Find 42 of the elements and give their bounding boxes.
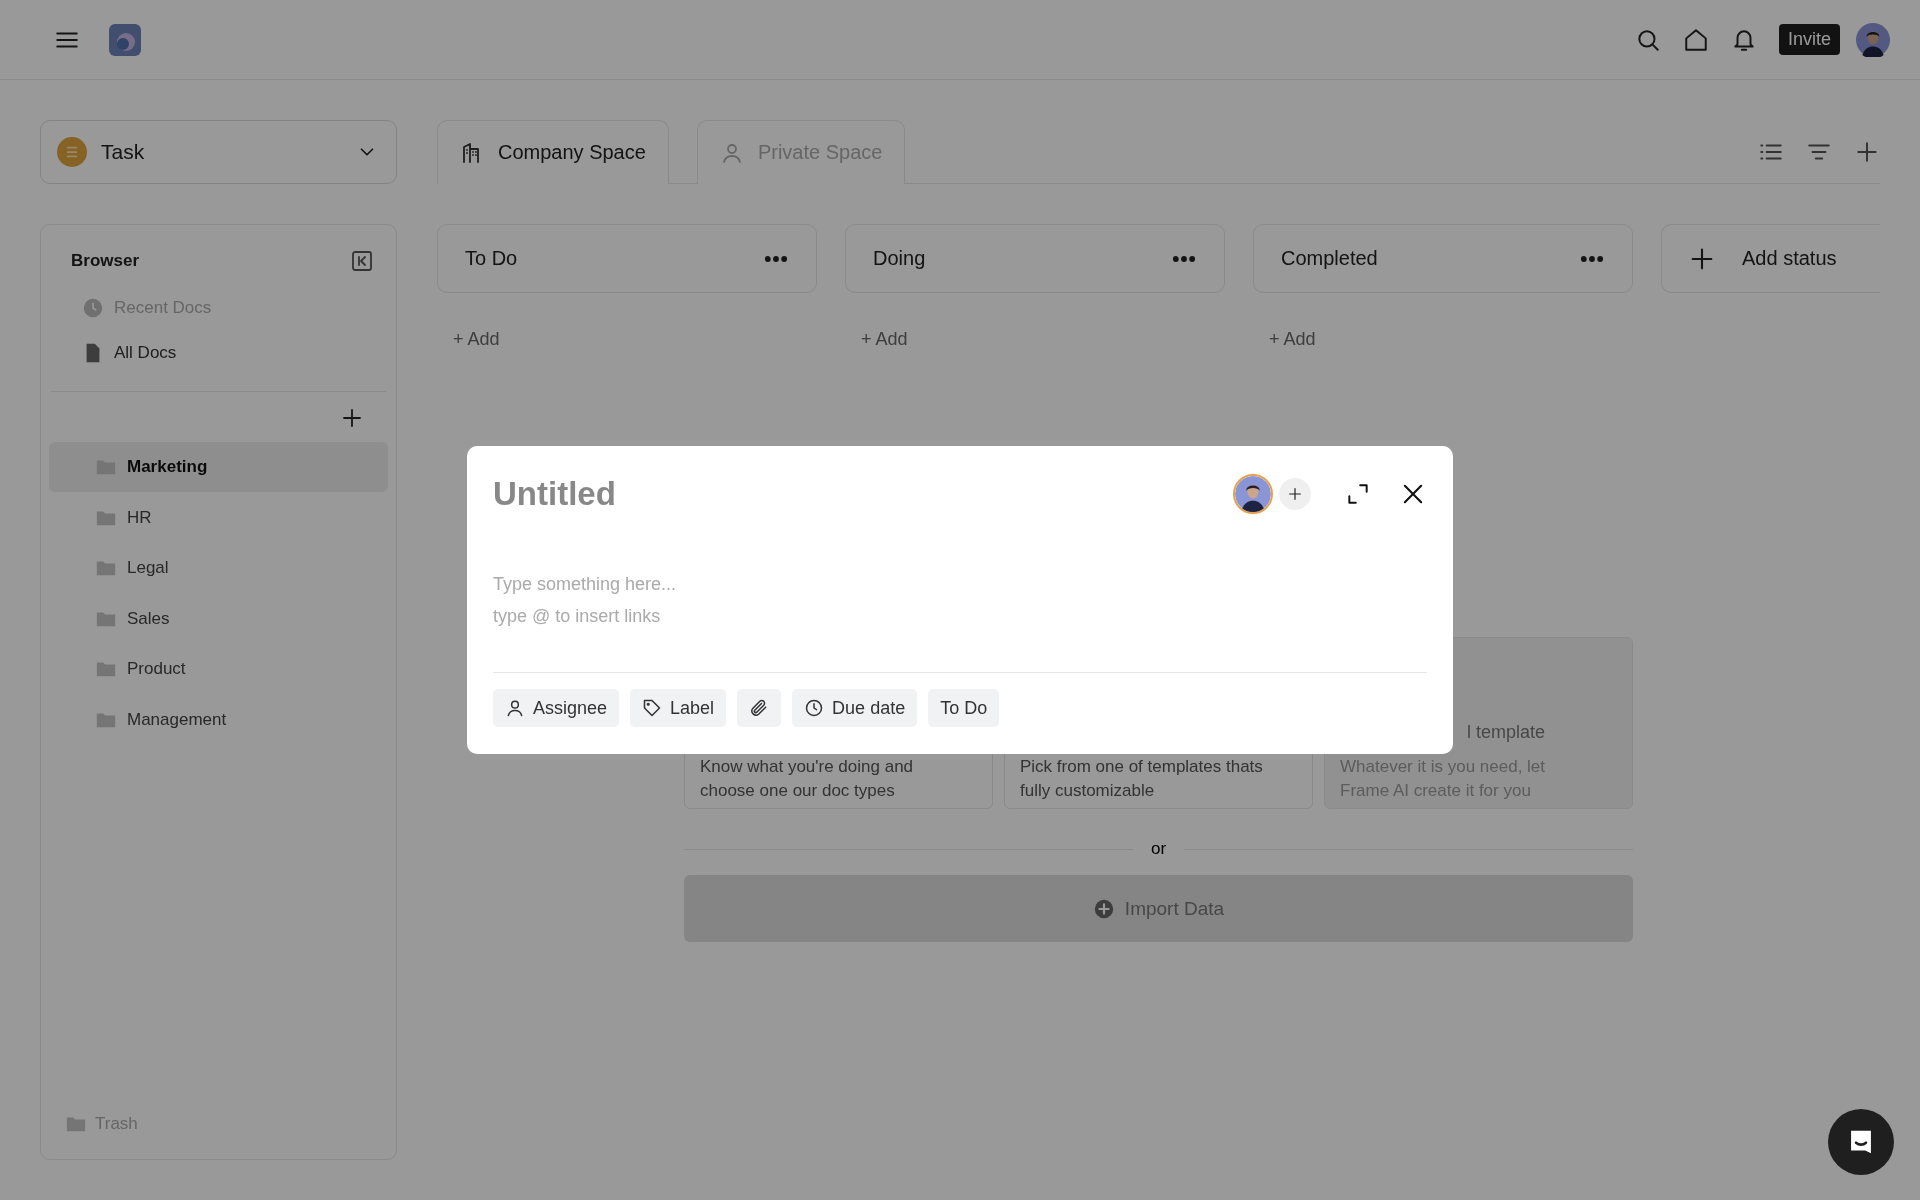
column-title: Doing	[873, 247, 926, 270]
task-icon	[57, 137, 87, 167]
task-dropdown[interactable]: Task	[40, 120, 397, 184]
home-icon[interactable]	[1682, 26, 1709, 53]
clock-icon	[82, 296, 104, 319]
folder-item[interactable]: HR	[49, 492, 388, 543]
column-title: Completed	[1281, 247, 1378, 270]
tag-icon	[642, 698, 663, 718]
folder-item[interactable]: Product	[49, 644, 388, 695]
folder-item[interactable]: Marketing	[49, 442, 388, 492]
invite-button[interactable]: Invite	[1778, 24, 1840, 55]
sidebar-item[interactable]: All Docs	[49, 330, 388, 375]
folder-item[interactable]: Management	[49, 694, 388, 745]
avatar[interactable]	[1856, 22, 1890, 57]
card-description: Know what you're doing and choose one our doc types	[700, 756, 915, 802]
app-logo[interactable]	[109, 23, 141, 56]
add-folder-icon[interactable]	[340, 406, 364, 430]
expand-icon[interactable]	[1345, 481, 1371, 507]
sidebar-title: Browser	[71, 251, 140, 271]
label-button[interactable]: Label	[630, 689, 727, 727]
column-title: To Do	[465, 247, 518, 270]
folder-item[interactable]: Legal	[49, 543, 388, 594]
add-member-button[interactable]	[1279, 478, 1311, 510]
card-description: Pick from one of templates thats fully customizable	[1020, 756, 1264, 802]
plus-icon	[1287, 486, 1303, 502]
avatar[interactable]	[1233, 474, 1273, 514]
space-tab[interactable]: Company Space	[437, 120, 669, 184]
add-task-button[interactable]: + Add	[861, 329, 908, 350]
divider-text: or	[1150, 839, 1167, 859]
collapse-sidebar-icon[interactable]	[350, 249, 374, 273]
add-status-button[interactable]: Add status	[1661, 224, 1880, 293]
plus-circle-icon	[1092, 897, 1115, 920]
card-title: l template	[1466, 722, 1547, 743]
folder-item[interactable]: Sales	[49, 593, 388, 644]
add-task-button[interactable]: + Add	[453, 329, 500, 350]
clock-icon	[804, 698, 825, 718]
assignee-button[interactable]: Assignee	[493, 689, 620, 727]
due-date-button[interactable]: Due date	[792, 689, 918, 727]
attachment-button[interactable]	[737, 689, 782, 727]
add-task-button[interactable]: + Add	[1269, 329, 1316, 350]
person-icon	[505, 698, 525, 718]
status-button[interactable]: To Do	[928, 689, 1000, 727]
